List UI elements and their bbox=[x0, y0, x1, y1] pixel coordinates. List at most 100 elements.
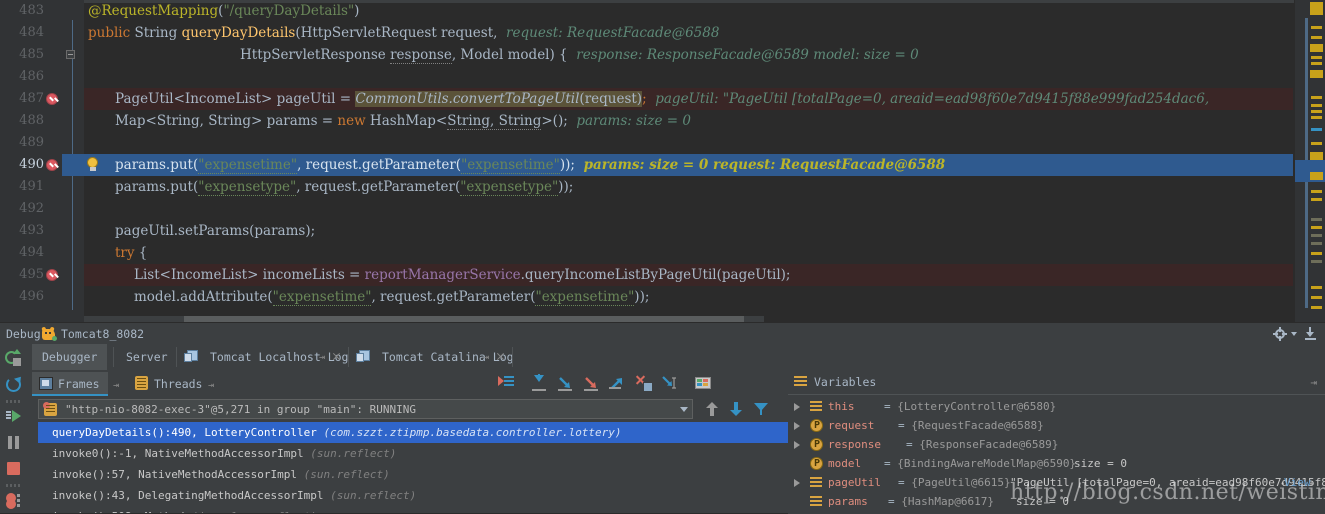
chevron-down-icon[interactable] bbox=[1291, 332, 1297, 336]
debug-window-label: Debug bbox=[6, 327, 41, 341]
frame-list-item[interactable]: queryDayDetails():490, LotteryController… bbox=[38, 422, 788, 443]
variables-header: Variables ⇥ bbox=[788, 370, 1325, 394]
variable-row[interactable]: pageUtil = {PageUtil@6615} "PageUtil [to… bbox=[788, 473, 1325, 492]
pin-icon[interactable]: ⇥ bbox=[208, 381, 217, 391]
tomcat-icon bbox=[41, 326, 57, 341]
code-line-489: 489 bbox=[0, 132, 1325, 154]
code-text: model.addAttribute("expensetime", reques… bbox=[134, 289, 650, 306]
tab-server[interactable]: Server bbox=[116, 344, 178, 370]
intention-bulb-icon[interactable] bbox=[86, 157, 99, 172]
pin-icon[interactable]: ⇥ bbox=[113, 381, 122, 391]
filter-frames-button[interactable] bbox=[754, 402, 768, 416]
expand-arrow-icon[interactable] bbox=[794, 403, 800, 411]
debug-tab-bar[interactable]: Debugger Server Tomcat Localhost Log ⇥ T… bbox=[28, 344, 1325, 370]
inline-debug-hint: response: ResponseFacade@6589 model: siz… bbox=[576, 47, 919, 63]
variables-pane: Variables ⇥ this . = {LotteryController@… bbox=[788, 370, 1325, 514]
param-icon: P bbox=[810, 457, 823, 470]
pin-icon[interactable]: ⇥ bbox=[483, 353, 492, 363]
variables-tree[interactable]: this . = {LotteryController@6580} P requ… bbox=[788, 394, 1325, 514]
object-icon bbox=[810, 496, 822, 507]
close-icon[interactable] bbox=[496, 352, 505, 361]
expand-arrow-icon[interactable] bbox=[794, 479, 800, 487]
step-into-button[interactable] bbox=[556, 374, 574, 392]
close-icon[interactable] bbox=[332, 352, 341, 361]
breakpoint-icon[interactable] bbox=[46, 93, 58, 105]
subtab-threads[interactable]: Threads bbox=[128, 372, 210, 396]
debug-tool-window: Debug Tomcat8_8082 Debugger Server Tomca… bbox=[0, 322, 1325, 514]
variable-value: = {PageUtil@6615} bbox=[898, 476, 1011, 489]
frame-list-item[interactable]: invoke():43, DelegatingMethodAccessorImp… bbox=[38, 485, 788, 506]
variable-row[interactable]: P request = {RequestFacade@6588} bbox=[788, 416, 1325, 435]
move-frame-down-button[interactable] bbox=[730, 402, 742, 416]
subtab-label: Frames bbox=[58, 377, 100, 391]
debug-step-toolbar[interactable] bbox=[498, 370, 711, 396]
step-over-button[interactable] bbox=[530, 374, 548, 392]
variable-row[interactable]: P model = {BindingAwareModelMap@6590} si… bbox=[788, 454, 1325, 473]
force-step-into-button[interactable] bbox=[582, 374, 600, 392]
line-number: 494 bbox=[19, 245, 44, 260]
variable-row[interactable]: P response = {ResponseFacade@6589} bbox=[788, 435, 1325, 454]
view-breakpoints-button[interactable] bbox=[5, 492, 23, 510]
code-text: public String queryDayDetails(HttpServle… bbox=[88, 25, 720, 41]
inspection-status-marker[interactable] bbox=[1310, 2, 1323, 15]
subtab-frames[interactable]: Frames bbox=[32, 372, 108, 396]
pin-icon[interactable]: ⇥ bbox=[1310, 376, 1317, 389]
variable-row[interactable]: this . = {LotteryController@6580} bbox=[788, 397, 1325, 416]
code-line-491: 491 params.put("expensetype", request.ge… bbox=[0, 176, 1325, 198]
fold-marker-icon[interactable] bbox=[66, 50, 75, 59]
frame-list-item[interactable]: invoke0():-1, NativeMethodAccessorImpl (… bbox=[38, 443, 788, 464]
show-execution-point-button[interactable] bbox=[498, 374, 516, 392]
editor-marker-scrollbar[interactable] bbox=[1294, 0, 1325, 322]
frame-list-item[interactable]: invoke():57, NativeMethodAccessorImpl (s… bbox=[38, 464, 788, 485]
line-number: 492 bbox=[19, 201, 44, 216]
run-to-cursor-button[interactable] bbox=[660, 374, 678, 392]
debug-side-toolbar[interactable] bbox=[0, 344, 28, 513]
param-icon: P bbox=[810, 438, 823, 451]
view-value-link[interactable]: View bbox=[1284, 473, 1311, 492]
hide-panel-icon[interactable] bbox=[1303, 327, 1317, 341]
param-icon: P bbox=[810, 419, 823, 432]
frame-list-item[interactable]: invoke():508, Method (java.lang.reflect) bbox=[38, 506, 788, 513]
code-line-495: 495 List<IncomeList> incomeLists = repor… bbox=[0, 264, 1325, 286]
pause-program-button[interactable] bbox=[5, 434, 23, 452]
frames-icon bbox=[39, 377, 53, 390]
restart-button[interactable] bbox=[5, 374, 24, 394]
rerun-button[interactable] bbox=[5, 349, 23, 368]
thread-icon bbox=[43, 402, 57, 416]
debug-window-header: Debug Tomcat8_8082 bbox=[0, 322, 1325, 345]
chevron-down-icon[interactable] bbox=[680, 407, 688, 412]
highlighted-method-call: CommonUtils.convertToPageUtil bbox=[355, 91, 580, 107]
variable-name: request bbox=[828, 419, 875, 432]
call-stack-frames-list[interactable]: queryDayDetails():490, LotteryController… bbox=[38, 422, 788, 513]
threads-icon bbox=[135, 376, 148, 390]
expand-arrow-icon[interactable] bbox=[794, 422, 800, 430]
breakpoint-icon[interactable] bbox=[46, 159, 58, 171]
stop-button[interactable] bbox=[5, 460, 23, 478]
code-text: params.put("expensetime", request.getPar… bbox=[115, 157, 946, 174]
code-editor[interactable]: 483 @RequestMapping("/queryDayDetails") … bbox=[0, 0, 1325, 322]
resume-program-button[interactable] bbox=[5, 408, 23, 426]
variable-value: = {LotteryController@6580} bbox=[884, 400, 1057, 413]
gear-icon[interactable] bbox=[1273, 327, 1287, 341]
thread-selector-dropdown[interactable]: "http-nio-8082-exec-3"@5,271 in group "m… bbox=[38, 399, 693, 419]
pin-icon[interactable]: ⇥ bbox=[319, 353, 328, 363]
line-number: 485 bbox=[19, 47, 44, 62]
code-line-486: 486 bbox=[0, 66, 1325, 88]
line-number: 490 bbox=[19, 157, 44, 172]
breakpoint-icon[interactable] bbox=[46, 269, 58, 281]
code-text: Map<String, String> params = new HashMap… bbox=[115, 113, 691, 130]
variable-row[interactable]: params = {HashMap@6617} size = 0 bbox=[788, 492, 1325, 511]
line-number: 486 bbox=[19, 69, 44, 84]
move-frame-up-button[interactable] bbox=[706, 402, 718, 416]
step-out-button[interactable] bbox=[608, 374, 626, 392]
thread-selector-value: "http-nio-8082-exec-3"@5,271 in group "m… bbox=[65, 403, 416, 416]
expand-arrow-icon[interactable] bbox=[794, 441, 800, 449]
drop-frame-button[interactable] bbox=[634, 374, 653, 392]
line-number: 491 bbox=[19, 179, 44, 194]
variable-value: = {HashMap@6617} bbox=[888, 495, 994, 508]
frame-package: (sun.reflect) bbox=[310, 447, 397, 460]
tab-debugger[interactable]: Debugger bbox=[32, 344, 108, 370]
line-number: 487 bbox=[19, 91, 44, 106]
evaluate-expression-button[interactable] bbox=[694, 374, 712, 392]
line-number: 495 bbox=[19, 267, 44, 282]
